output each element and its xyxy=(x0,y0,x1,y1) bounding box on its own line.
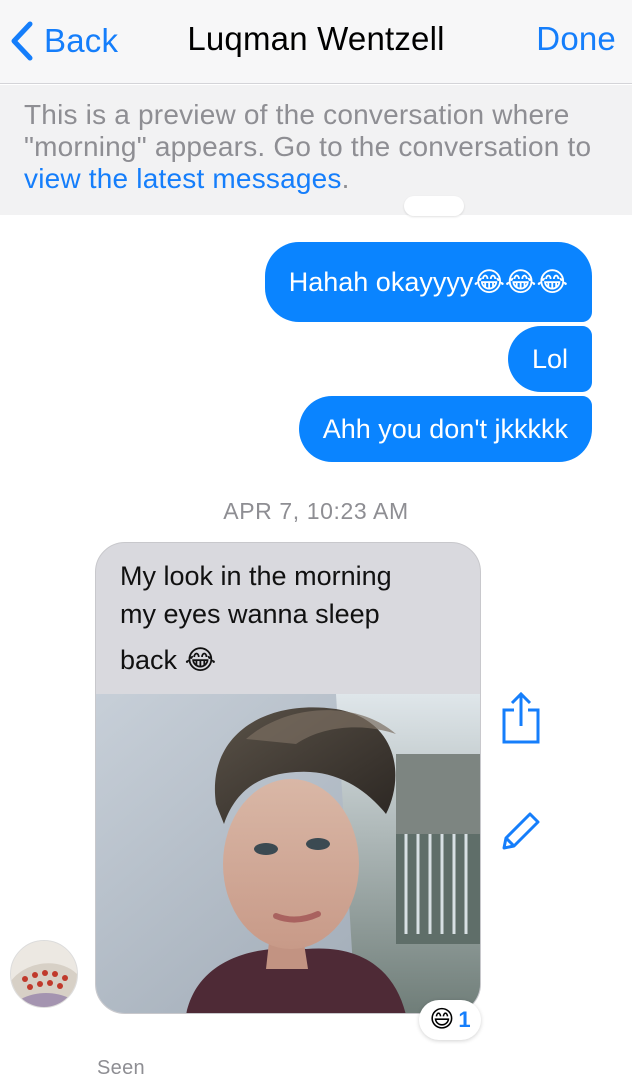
incoming-line: back xyxy=(120,645,178,675)
laughing-emoji: 😂😂😂 xyxy=(473,266,568,297)
partial-message-bubble xyxy=(404,196,464,216)
laughing-emoji: 😂 xyxy=(184,645,217,675)
incoming-line: my eyes wanna sleep xyxy=(120,599,380,629)
message-timestamp: APR 7, 10:23 AM xyxy=(223,498,409,524)
view-latest-messages-link[interactable]: view the latest messages xyxy=(24,163,342,194)
seen-status: Seen xyxy=(97,1057,145,1079)
preview-banner: This is a preview of the conversation wh… xyxy=(0,85,632,215)
grinning-emoji: 😄 xyxy=(429,1006,455,1033)
share-button[interactable] xyxy=(500,690,542,746)
preview-text: This is a preview of the conversation wh… xyxy=(24,99,592,162)
message-text: Ahh you don't jkkkkk xyxy=(322,413,568,444)
message-text: Hahah okayyyy xyxy=(288,266,474,297)
back-label: Back xyxy=(44,22,119,59)
reaction-badge[interactable]: 😄 1 xyxy=(419,1000,481,1040)
message-photo[interactable] xyxy=(96,694,480,1013)
done-button[interactable]: Done xyxy=(536,20,616,58)
outgoing-message[interactable]: Ahh you don't jkkkkk xyxy=(298,396,592,462)
share-icon xyxy=(502,691,540,744)
back-button[interactable]: Back xyxy=(8,17,118,65)
incoming-line: My look in the morning xyxy=(120,561,392,591)
avatar[interactable] xyxy=(10,940,78,1008)
preview-suffix: . xyxy=(341,163,350,194)
reaction-count: 1 xyxy=(458,1007,471,1032)
outgoing-message[interactable]: Lol xyxy=(507,326,592,392)
outgoing-message[interactable]: Hahah okayyyy 😂😂😂 xyxy=(264,242,592,322)
chevron-left-icon xyxy=(11,21,33,61)
message-text: Lol xyxy=(531,343,568,374)
incoming-photo-message[interactable]: My look in the morning my eyes wanna sle… xyxy=(95,542,481,1014)
pencil-icon xyxy=(502,812,540,850)
edit-button[interactable] xyxy=(498,808,544,854)
navigation-bar: Back Luqman Wentzell Done xyxy=(0,0,632,84)
incoming-message-text: My look in the morning my eyes wanna sle… xyxy=(120,557,460,679)
